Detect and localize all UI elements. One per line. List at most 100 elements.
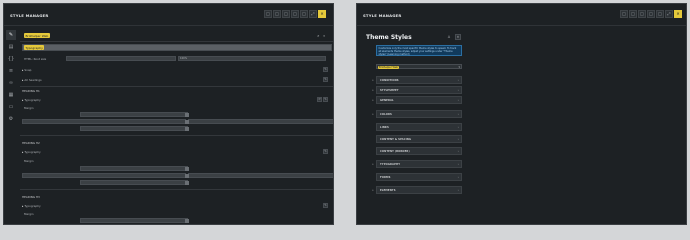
section-forms[interactable]: FORMS › (376, 173, 462, 181)
h3-typography-label: ▸Typography (22, 204, 41, 208)
tool-button-3[interactable]: □ (638, 10, 646, 18)
section-content-spacing[interactable]: CONTENT & SPACING › (376, 135, 462, 143)
all-headings-text: All headings (24, 78, 42, 82)
braces-icon[interactable]: {} (6, 54, 16, 64)
root-size-input[interactable]: 100% (178, 56, 326, 61)
section-label: CONTENT & SPACING (380, 137, 412, 141)
tool-button-2[interactable]: □ (273, 10, 281, 18)
tool-button-3[interactable]: □ (282, 10, 290, 18)
copy-icon[interactable]: ▤ (6, 42, 16, 52)
h1-margin-top[interactable] (80, 112, 188, 117)
header-actions: A ✕ (446, 34, 461, 40)
tool-button-4[interactable]: □ (291, 10, 299, 18)
root-size-input-a[interactable] (66, 56, 176, 61)
preset-row: Brizhelper Web ↺ ✕ (20, 32, 332, 40)
expand-icon[interactable]: ⤢ (309, 10, 317, 18)
h1-margin-bottom[interactable] (80, 126, 188, 131)
section-colors[interactable]: COLORS › (376, 110, 462, 118)
tool-button-5[interactable]: □ (656, 10, 664, 18)
unit-icon[interactable] (185, 174, 189, 178)
close-icon[interactable]: ✕ (455, 34, 461, 40)
unit-icon[interactable] (185, 181, 189, 185)
unit-icon[interactable] (185, 113, 189, 117)
h1-margin-left[interactable] (22, 119, 186, 124)
heading-h3-title: HEADING H3 (22, 195, 40, 199)
section-content-border[interactable]: CONTENT (BORDER) › (376, 147, 462, 155)
h2-margin-left[interactable] (22, 173, 186, 178)
toolbar: □ □ □ □ □ ⤢ ✕ (620, 10, 682, 18)
h1-typography-text: Typography (24, 98, 41, 102)
all-headings-label: ▸All headings (22, 78, 42, 82)
close-button[interactable]: ✕ (674, 10, 682, 18)
section-general[interactable]: GENERAL › (376, 96, 462, 104)
h3-typography-text: Typography (24, 204, 41, 208)
edit-icon[interactable]: ✎ (323, 97, 328, 102)
chevron-right-icon: › (457, 137, 459, 141)
unit-icon[interactable] (185, 219, 189, 223)
h2-margin-bottom[interactable] (80, 180, 188, 185)
link-icon[interactable]: ∞ (6, 78, 16, 88)
h2-typography-text: Typography (24, 150, 41, 154)
edit-icon[interactable]: ✎ (323, 77, 328, 82)
unit-icon[interactable] (185, 167, 189, 171)
section-conditions[interactable]: CONDITIONS › (376, 76, 462, 84)
section-stylesheet[interactable]: STYLESHEET › (376, 86, 462, 94)
bullet: • (372, 78, 374, 82)
typography-field[interactable]: Typography (22, 44, 332, 51)
unit-icon[interactable] (185, 120, 189, 124)
h1-margin-right[interactable] (188, 119, 333, 124)
divider (20, 189, 333, 190)
page-icon[interactable]: ▭ (6, 102, 16, 112)
preset-select[interactable]: Brizhelper Web ▾ (376, 64, 462, 69)
section-label: ELEMENTS (380, 188, 396, 192)
reset-icon[interactable]: ↺ (317, 97, 322, 102)
settings-pane: Brizhelper Web ↺ ✕ Typography HTML: Root… (20, 28, 333, 224)
root-size-value: 100% (180, 57, 188, 60)
gear-icon[interactable]: ⚙ (6, 114, 16, 124)
style-manager-window-left: STYLE MANAGER □ □ □ □ □ ⤢ ✕ ✎ ▤ {} ≡ ∞ ▦… (3, 3, 334, 225)
section-elements[interactable]: ELEMENTS › (376, 186, 462, 194)
tool-button-5[interactable]: □ (300, 10, 308, 18)
brush-icon[interactable]: ✎ (6, 30, 16, 40)
chevron-right-icon: › (457, 125, 459, 129)
h2-margin-top[interactable] (80, 166, 188, 171)
style-manager-window-right: STYLE MANAGER □ □ □ □ □ ⤢ ✕ Theme Styles… (356, 3, 687, 225)
preset-tag: Brizhelper Web (378, 65, 399, 69)
bullet: • (372, 112, 374, 116)
edit-icon[interactable]: ✎ (323, 149, 328, 154)
edit-icon[interactable]: ✎ (323, 67, 328, 72)
edit-icon[interactable]: ✎ (323, 203, 328, 208)
layers-icon[interactable]: ≡ (6, 66, 16, 76)
preset-tag[interactable]: Brizhelper Web (24, 33, 50, 38)
h3-margin-top[interactable] (80, 218, 188, 223)
section-links[interactable]: LINKS › (376, 123, 462, 131)
toolbar: □ □ □ □ □ ⤢ ✕ (264, 10, 326, 18)
section-label: TYPOGRAPHY (380, 162, 401, 166)
tool-button-2[interactable]: □ (629, 10, 637, 18)
bullet: • (372, 88, 374, 92)
chevron-right-icon: › (457, 149, 459, 153)
unit-icon[interactable] (185, 127, 189, 131)
close-button[interactable]: ✕ (318, 10, 326, 18)
clear-icon[interactable]: ▾ (458, 65, 460, 69)
h2-margin-right[interactable] (188, 173, 333, 178)
heading-h1-title: HEADING H1 (22, 89, 40, 93)
sort-icon[interactable]: A (446, 34, 452, 40)
h2-margin-label: Margin (24, 159, 34, 163)
snap-label: ▸Snap (22, 68, 32, 72)
window-title: STYLE MANAGER (10, 13, 49, 18)
titlebar: STYLE MANAGER □ □ □ □ □ ⤢ ✕ (357, 4, 686, 26)
tool-button-1[interactable]: □ (264, 10, 272, 18)
section-label: CONTENT (BORDER) (380, 149, 410, 153)
reset-icon[interactable]: ↺ (317, 34, 319, 38)
close-icon[interactable]: ✕ (323, 34, 325, 38)
chevron-right-icon: › (457, 88, 459, 92)
section-label: GENERAL (380, 98, 394, 102)
tool-button-1[interactable]: □ (620, 10, 628, 18)
info-note: Customize only the most specific theme s… (376, 45, 462, 56)
expand-icon[interactable]: ⤢ (665, 10, 673, 18)
chevron-right-icon: › (457, 162, 459, 166)
layout-icon[interactable]: ▦ (6, 90, 16, 100)
section-typography[interactable]: TYPOGRAPHY › (376, 160, 462, 168)
tool-button-4[interactable]: □ (647, 10, 655, 18)
